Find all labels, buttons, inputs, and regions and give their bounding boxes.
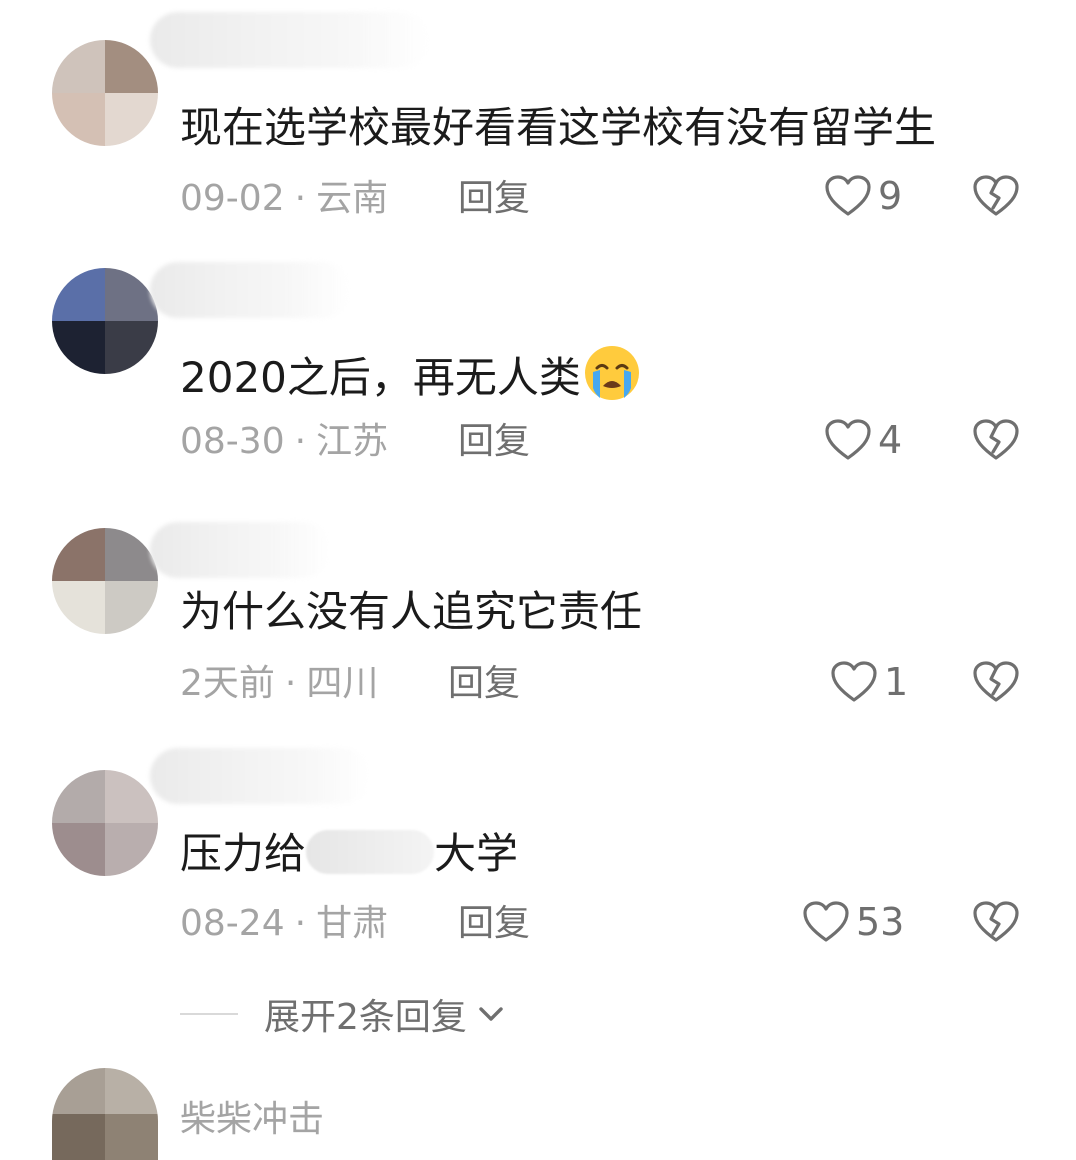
- like-count: 53: [856, 900, 905, 944]
- broken-heart-icon: [973, 901, 1019, 942]
- comment-text: 现在选学校最好看看这学校有没有留学生: [180, 103, 937, 152]
- comment-username[interactable]: 柴柴冲击: [180, 1090, 324, 1142]
- like-button[interactable]: 4: [824, 418, 902, 462]
- heart-outline-icon: [803, 901, 849, 942]
- dislike-button[interactable]: [972, 660, 1020, 708]
- comment-text-content: 2020之后，再无人类: [180, 353, 581, 402]
- reply-button[interactable]: 回复: [458, 420, 530, 464]
- dislike-button[interactable]: [972, 418, 1020, 466]
- comment-location: 甘肃: [316, 903, 389, 944]
- comment-text-part: 大学: [434, 829, 519, 878]
- like-count: 1: [884, 660, 909, 704]
- avatar[interactable]: [52, 770, 158, 876]
- reply-button[interactable]: 回复: [458, 177, 530, 221]
- expand-replies-button[interactable]: 展开2条回复: [180, 988, 511, 1040]
- comment-text-part: 压力给: [180, 829, 307, 878]
- comment-date: 09-02: [180, 178, 285, 219]
- comment-text: 2020之后，再无人类: [180, 344, 641, 404]
- reply-button[interactable]: 回复: [458, 902, 530, 946]
- separator: ·: [294, 178, 307, 219]
- comment-date: 2天前: [180, 663, 275, 704]
- loudly-crying-face-icon: [584, 346, 639, 400]
- avatar[interactable]: [52, 268, 158, 374]
- username-redacted[interactable]: [150, 262, 350, 318]
- broken-heart-icon: [973, 661, 1019, 702]
- comment-meta: 09-02 · 云南: [180, 177, 388, 221]
- separator: ·: [294, 421, 307, 462]
- heart-outline-icon: [825, 175, 871, 216]
- dislike-button[interactable]: [972, 174, 1020, 222]
- expand-replies-label: 展开2条回复: [264, 997, 467, 1038]
- like-count: 4: [878, 418, 903, 462]
- redacted-text: [306, 830, 435, 874]
- separator: ·: [284, 663, 297, 704]
- reply-button[interactable]: 回复: [448, 662, 520, 706]
- comment-location: 江苏: [316, 421, 389, 462]
- comment-date: 08-30: [180, 421, 285, 462]
- like-button[interactable]: 53: [802, 900, 904, 944]
- avatar[interactable]: [52, 528, 158, 634]
- broken-heart-icon: [973, 419, 1019, 460]
- comment-location: 四川: [306, 663, 379, 704]
- heart-outline-icon: [831, 661, 877, 702]
- comment-date: 08-24: [180, 903, 285, 944]
- comment-location: 云南: [316, 178, 389, 219]
- username-redacted[interactable]: [150, 748, 370, 804]
- avatar[interactable]: [52, 40, 158, 146]
- comment-meta: 2天前 · 四川: [180, 662, 378, 706]
- like-button[interactable]: 1: [830, 660, 908, 704]
- separator: ·: [294, 903, 307, 944]
- divider-line: [180, 1013, 238, 1015]
- chevron-down-icon: [479, 1007, 503, 1021]
- like-count: 9: [878, 174, 903, 218]
- comment-meta: 08-30 · 江苏: [180, 420, 388, 464]
- dislike-button[interactable]: [972, 900, 1020, 948]
- username-redacted[interactable]: [150, 522, 330, 578]
- comment-text: 为什么没有人追究它责任: [180, 587, 643, 636]
- like-button[interactable]: 9: [824, 174, 902, 218]
- comment-text: 压力给 大学: [180, 828, 518, 880]
- comment-meta: 08-24 · 甘肃: [180, 902, 388, 946]
- username-redacted[interactable]: [150, 12, 430, 68]
- heart-outline-icon: [825, 419, 871, 460]
- avatar[interactable]: [52, 1068, 158, 1160]
- broken-heart-icon: [973, 175, 1019, 216]
